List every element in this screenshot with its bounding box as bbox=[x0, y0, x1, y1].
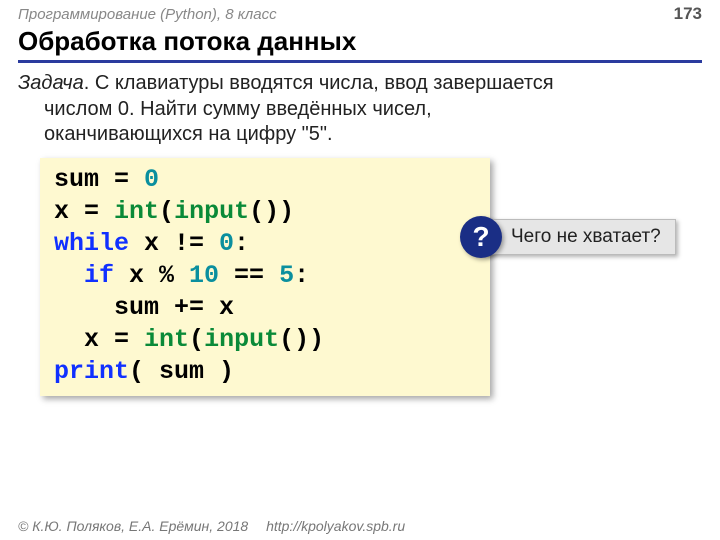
code-token: 10 bbox=[189, 261, 219, 290]
code-token: 0 bbox=[144, 165, 159, 194]
code-token: ( bbox=[159, 197, 174, 226]
code-token: while bbox=[54, 229, 144, 258]
task-line2: числом 0. Найти сумму введённых чисел, bbox=[18, 97, 702, 123]
code-token: if bbox=[54, 261, 129, 290]
header-bar: Программирование (Python), 8 класс 173 bbox=[0, 0, 720, 24]
page-title: Обработка потока данных bbox=[18, 26, 702, 63]
page-number: 173 bbox=[674, 4, 702, 24]
task-line1: . С клавиатуры вводятся числа, ввод заве… bbox=[84, 72, 554, 94]
code-token: ( sum ) bbox=[129, 357, 234, 386]
footer: © К.Ю. Поляков, Е.А. Ерёмин, 2018 http:/… bbox=[18, 518, 405, 534]
code-token: : bbox=[234, 229, 249, 258]
task-text: Задача. С клавиатуры вводятся числа, вво… bbox=[18, 71, 702, 148]
code-token: 0 bbox=[219, 229, 234, 258]
course-label: Программирование (Python), 8 класс bbox=[18, 6, 277, 23]
code-token: == bbox=[219, 261, 279, 290]
code-token: ( bbox=[189, 325, 204, 354]
callout-text: Чего не хватает? bbox=[484, 219, 676, 255]
code-block: sum = 0 x = int(input()) while x != 0: i… bbox=[40, 158, 490, 396]
code-token: int bbox=[144, 325, 189, 354]
code-token: x % bbox=[129, 261, 189, 290]
code-token: : bbox=[294, 261, 309, 290]
task-label: Задача bbox=[18, 72, 84, 94]
footer-link: http://kpolyakov.spb.ru bbox=[266, 518, 405, 534]
code-token: 5 bbox=[279, 261, 294, 290]
code-token: sum bbox=[54, 165, 99, 194]
question-icon: ? bbox=[460, 216, 502, 258]
code-token: = bbox=[99, 165, 144, 194]
code-token: input bbox=[204, 325, 279, 354]
code-token: sum += x bbox=[54, 293, 234, 322]
code-token: x bbox=[54, 197, 69, 226]
copyright: © К.Ю. Поляков, Е.А. Ерёмин, 2018 bbox=[18, 518, 248, 534]
task-line3: оканчивающихся на цифру "5". bbox=[18, 122, 702, 148]
code-token: print bbox=[54, 357, 129, 386]
code-token: int bbox=[114, 197, 159, 226]
code-token: x bbox=[54, 325, 99, 354]
code-token: ()) bbox=[279, 325, 324, 354]
code-region: sum = 0 x = int(input()) while x != 0: i… bbox=[40, 158, 720, 396]
code-token: x != bbox=[144, 229, 219, 258]
callout: ? Чего не хватает? bbox=[460, 216, 676, 258]
code-token: = bbox=[99, 325, 144, 354]
code-token: = bbox=[69, 197, 114, 226]
code-token: input bbox=[174, 197, 249, 226]
code-token: ()) bbox=[249, 197, 294, 226]
